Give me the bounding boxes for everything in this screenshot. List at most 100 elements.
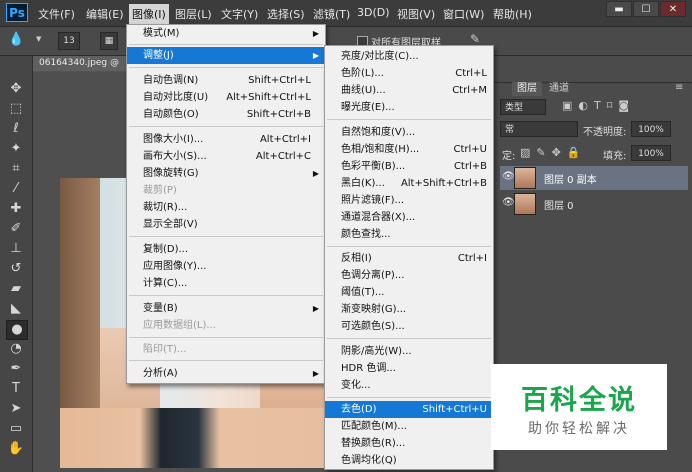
move-tool-icon[interactable]: ✥ <box>6 80 26 98</box>
menu-3d[interactable]: 3D(D) <box>357 6 390 19</box>
menu-item-black-white[interactable]: 黑白(K)... Alt+Shift+Ctrl+B <box>325 175 493 192</box>
menu-item-reveal-all[interactable]: 显示全部(V) <box>127 216 325 233</box>
menu-item-invert[interactable]: 反相(I) Ctrl+I <box>325 250 493 267</box>
menu-image[interactable]: 图像(I) <box>129 4 169 24</box>
menu-item-auto-tone[interactable]: 自动色调(N) Shift+Ctrl+L <box>127 72 325 89</box>
menu-edit[interactable]: 编辑(E) <box>86 6 124 22</box>
quick-select-tool-icon[interactable]: ✦ <box>6 140 26 158</box>
menu-item-calculations[interactable]: 计算(C)... <box>127 275 325 292</box>
chevron-down-icon[interactable]: ▼ <box>36 35 41 43</box>
layer-name[interactable]: 图层 0 副本 <box>544 171 597 186</box>
menu-item-auto-contrast[interactable]: 自动对比度(U) Alt+Shift+Ctrl+L <box>127 89 325 106</box>
menu-item-variables[interactable]: 变量(B) ▶ <box>127 300 325 317</box>
menu-item-gradient-map[interactable]: 渐变映射(G)... <box>325 301 493 318</box>
menu-item-color-balance[interactable]: 色彩平衡(B)... Ctrl+B <box>325 158 493 175</box>
layer-row[interactable]: 👁 图层 0 副本 <box>500 166 688 190</box>
menu-item-shadows-highlights[interactable]: 阴影/高光(W)... <box>325 343 493 360</box>
layer-filter-icons[interactable]: ▣◐T⌑◙ <box>562 99 635 112</box>
brush-panel-toggle-icon[interactable]: ▦ <box>100 32 118 50</box>
menu-item-posterize[interactable]: 色调分离(P)... <box>325 267 493 284</box>
menu-help[interactable]: 帮助(H) <box>493 6 532 22</box>
layer-kind-filter[interactable]: 类型 <box>500 99 546 115</box>
menu-item-exposure[interactable]: 曝光度(E)... <box>325 99 493 116</box>
menu-item-analysis[interactable]: 分析(A) ▶ <box>127 365 325 382</box>
menu-item-selective-color[interactable]: 可选颜色(S)... <box>325 318 493 335</box>
menu-select[interactable]: 选择(S) <box>267 6 305 22</box>
menu-item-canvas-size[interactable]: 画布大小(S)... Alt+Ctrl+C <box>127 148 325 165</box>
crop-tool-icon[interactable]: ⌗ <box>6 160 26 178</box>
menu-view[interactable]: 视图(V) <box>397 6 435 22</box>
tab-layers[interactable]: 图层 <box>512 82 542 96</box>
menu-item-brightness-contrast[interactable]: 亮度/对比度(C)... <box>325 48 493 65</box>
menu-item-apply-image[interactable]: 应用图像(Y)... <box>127 258 325 275</box>
menu-type[interactable]: 文字(Y) <box>221 6 258 22</box>
menu-item-mode[interactable]: 模式(M) ▶ <box>127 25 325 42</box>
eraser-tool-icon[interactable]: ▰ <box>6 280 26 298</box>
menu-item-photo-filter[interactable]: 照片滤镜(F)... <box>325 192 493 209</box>
hand-tool-icon[interactable]: ✋ <box>6 440 26 458</box>
layer-name[interactable]: 图层 0 <box>544 197 574 212</box>
maximize-button[interactable]: ☐ <box>633 1 659 17</box>
menu-item-color-lookup[interactable]: 颜色查找... <box>325 226 493 243</box>
fill-input[interactable]: 100% <box>631 145 671 161</box>
path-select-tool-icon[interactable]: ➤ <box>6 400 26 418</box>
lock-icons[interactable]: ▨✎✥🔒 <box>520 146 587 159</box>
menu-item-image-size[interactable]: 图像大小(I)... Alt+Ctrl+I <box>127 131 325 148</box>
pen-tool-icon[interactable]: ✒ <box>6 360 26 378</box>
layer-thumbnail <box>514 167 536 189</box>
menu-filter[interactable]: 滤镜(T) <box>313 6 350 22</box>
menu-item-hue-saturation[interactable]: 色相/饱和度(H)... Ctrl+U <box>325 141 493 158</box>
eye-icon[interactable]: 👁 <box>502 171 515 182</box>
brush-size-picker[interactable]: 13 <box>58 32 80 50</box>
menu-layer[interactable]: 图层(L) <box>175 6 212 22</box>
healing-brush-tool-icon[interactable]: ✚ <box>6 200 26 218</box>
blur-tool-icon[interactable]: 💧 <box>8 32 24 47</box>
panel-menu-icon[interactable]: ≡ <box>675 82 683 93</box>
menu-item-curves[interactable]: 曲线(U)... Ctrl+M <box>325 82 493 99</box>
marquee-tool-icon[interactable]: ⬚ <box>6 100 26 118</box>
adjustments-submenu: 亮度/对比度(C)... 色阶(L)... Ctrl+L 曲线(U)... Ctrl… <box>324 45 494 470</box>
menu-item-trim[interactable]: 裁切(R)... <box>127 199 325 216</box>
menu-item-auto-color[interactable]: 自动颜色(O) Shift+Ctrl+B <box>127 106 325 123</box>
menu-item-match-color[interactable]: 匹配颜色(M)... <box>325 418 493 435</box>
menu-item-threshold[interactable]: 阈值(T)... <box>325 284 493 301</box>
blur-tool-icon[interactable]: ● <box>6 320 28 340</box>
pressure-icon[interactable]: ✎ <box>470 32 480 46</box>
menu-item-desaturate[interactable]: 去色(D) Shift+Ctrl+U <box>325 401 493 418</box>
minimize-button[interactable]: ▬ <box>606 1 632 17</box>
eyedropper-tool-icon[interactable]: ⁄ <box>6 180 26 198</box>
clone-stamp-tool-icon[interactable]: ⊥ <box>6 240 26 258</box>
eye-icon[interactable]: 👁 <box>502 197 515 208</box>
menu-item-vibrance[interactable]: 自然饱和度(V)... <box>325 124 493 141</box>
layer-row[interactable]: 👁 图层 0 <box>500 192 688 216</box>
tools-panel: ✥ ⬚ ℓ ✦ ⌗ ⁄ ✚ ✐ ⊥ ↺ ▰ ◣ ● ◔ ✒ T ➤ ▭ ✋ <box>0 56 33 472</box>
tab-channels[interactable]: 通道 <box>544 82 574 96</box>
blend-mode-select[interactable]: 常 <box>500 121 578 137</box>
lasso-tool-icon[interactable]: ℓ <box>6 120 26 138</box>
close-button[interactable]: ✕ <box>660 1 686 17</box>
submenu-arrow-icon: ▶ <box>312 51 319 60</box>
opacity-input[interactable]: 100% <box>631 121 671 137</box>
menu-item-crop: 裁剪(P) <box>143 185 177 196</box>
menu-file[interactable]: 文件(F) <box>38 6 75 22</box>
menu-item-variations[interactable]: 变化... <box>325 377 493 394</box>
menu-item-duplicate[interactable]: 复制(D)... <box>127 241 325 258</box>
submenu-arrow-icon: ▶ <box>312 29 319 38</box>
menu-item-levels[interactable]: 色阶(L)... Ctrl+L <box>325 65 493 82</box>
menu-item-hdr-toning[interactable]: HDR 色调... <box>325 360 493 377</box>
menu-item-adjustments[interactable]: 调整(J) ▶ <box>127 47 325 64</box>
menu-window[interactable]: 窗口(W) <box>443 6 484 22</box>
paint-bucket-tool-icon[interactable]: ◣ <box>6 300 26 318</box>
brush-tool-icon[interactable]: ✐ <box>6 220 26 238</box>
menu-item-apply-data-set: 应用数据组(L)... <box>143 320 216 331</box>
type-tool-icon[interactable]: T <box>6 380 26 398</box>
menu-item-channel-mixer[interactable]: 通道混合器(X)... <box>325 209 493 226</box>
photoshop-logo: Ps <box>6 3 28 22</box>
dodge-tool-icon[interactable]: ◔ <box>6 340 26 358</box>
opacity-label: 不透明度: <box>583 127 627 138</box>
menu-item-image-rotation[interactable]: 图像旋转(G) ▶ <box>127 165 325 182</box>
history-brush-tool-icon[interactable]: ↺ <box>6 260 26 278</box>
rectangle-tool-icon[interactable]: ▭ <box>6 420 26 438</box>
menu-item-equalize[interactable]: 色调均化(Q) <box>325 452 493 469</box>
menu-item-replace-color[interactable]: 替换颜色(R)... <box>325 435 493 452</box>
